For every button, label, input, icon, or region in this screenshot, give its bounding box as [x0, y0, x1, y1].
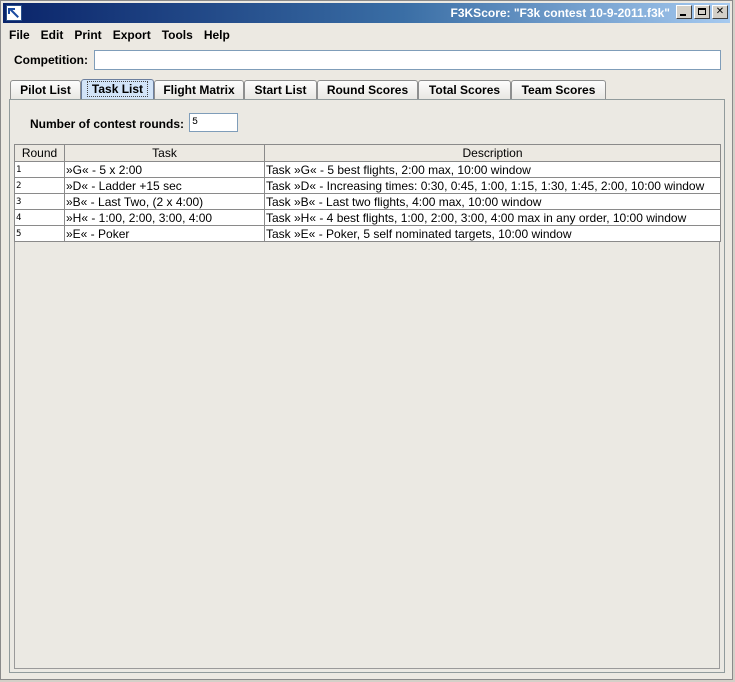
task-table-container[interactable]: Round Task Description 1 »G« - 5 x 2:00 …	[14, 144, 721, 669]
header-task[interactable]: Task	[64, 144, 265, 162]
tab-label: Flight Matrix	[163, 83, 235, 97]
cell-round[interactable]: 1	[14, 161, 65, 178]
contest-rounds-label: Number of contest rounds:	[30, 117, 185, 131]
task-list-panel: Number of contest rounds: Round Task Des…	[9, 99, 725, 673]
tab-label: Task List	[86, 81, 149, 97]
menu-bar: File Edit Print Export Tools Help	[3, 25, 730, 45]
header-description[interactable]: Description	[264, 144, 721, 162]
maximize-button[interactable]	[694, 5, 710, 19]
table-header-row: Round Task Description	[14, 144, 721, 162]
menu-print[interactable]: Print	[68, 25, 106, 43]
tab-label: Pilot List	[20, 83, 71, 97]
cell-description[interactable]: Task »H« - 4 best flights, 1:00, 2:00, 3…	[264, 209, 721, 226]
competition-input[interactable]	[94, 50, 721, 70]
tab-total-scores[interactable]: Total Scores	[418, 80, 511, 99]
cell-description[interactable]: Task »G« - 5 best flights, 2:00 max, 10:…	[264, 161, 721, 178]
cell-task[interactable]: »E« - Poker	[64, 225, 265, 242]
table-row[interactable]: 4 »H« - 1:00, 2:00, 3:00, 4:00 Task »H« …	[14, 209, 721, 226]
tab-start-list[interactable]: Start List	[244, 80, 317, 99]
menu-tools[interactable]: Tools	[156, 25, 198, 43]
table-row[interactable]: 1 »G« - 5 x 2:00 Task »G« - 5 best fligh…	[14, 161, 721, 178]
contest-rounds-input[interactable]	[189, 113, 238, 132]
table-row[interactable]: 2 »D« - Ladder +15 sec Task »D« - Increa…	[14, 177, 721, 194]
menu-export[interactable]: Export	[107, 25, 156, 43]
cell-description[interactable]: Task »B« - Last two flights, 4:00 max, 1…	[264, 193, 721, 210]
competition-row: Competition:	[1, 49, 732, 71]
cell-task[interactable]: »B« - Last Two, (2 x 4:00)	[64, 193, 265, 210]
menu-help[interactable]: Help	[198, 25, 235, 43]
competition-label: Competition:	[14, 53, 88, 67]
window-title: F3KScore: "F3k contest 10-9-2011.f3k"	[450, 6, 670, 20]
minimize-icon	[680, 14, 686, 16]
cell-description[interactable]: Task »D« - Increasing times: 0:30, 0:45,…	[264, 177, 721, 194]
header-round[interactable]: Round	[14, 144, 65, 162]
tab-label: Start List	[254, 83, 307, 97]
tab-pilot-list[interactable]: Pilot List	[10, 80, 81, 99]
cell-task[interactable]: »H« - 1:00, 2:00, 3:00, 4:00	[64, 209, 265, 226]
tab-label: Total Scores	[428, 83, 501, 97]
cell-round[interactable]: 3	[14, 193, 65, 210]
cell-round[interactable]: 5	[14, 225, 65, 242]
minimize-button[interactable]	[676, 5, 692, 19]
title-bar[interactable]: F3KScore: "F3k contest 10-9-2011.f3k" ✕	[3, 3, 730, 23]
tab-team-scores[interactable]: Team Scores	[511, 80, 606, 99]
close-icon: ✕	[715, 6, 725, 17]
cell-round[interactable]: 2	[14, 177, 65, 194]
tab-label: Round Scores	[326, 83, 409, 97]
task-table: Round Task Description 1 »G« - 5 x 2:00 …	[14, 144, 721, 242]
cell-round[interactable]: 4	[14, 209, 65, 226]
tab-round-scores[interactable]: Round Scores	[317, 80, 418, 99]
tab-flight-matrix[interactable]: Flight Matrix	[154, 80, 244, 99]
cell-description[interactable]: Task »E« - Poker, 5 self nominated targe…	[264, 225, 721, 242]
tab-task-list[interactable]: Task List	[81, 79, 154, 100]
app-window: F3KScore: "F3k contest 10-9-2011.f3k" ✕ …	[0, 0, 733, 680]
menu-file[interactable]: File	[3, 25, 35, 43]
menu-edit[interactable]: Edit	[35, 25, 69, 43]
tab-label: Team Scores	[521, 83, 596, 97]
table-row[interactable]: 5 »E« - Poker Task »E« - Poker, 5 self n…	[14, 225, 721, 242]
app-logo-icon[interactable]	[6, 5, 22, 21]
maximize-icon	[698, 8, 706, 15]
cell-task[interactable]: »D« - Ladder +15 sec	[64, 177, 265, 194]
close-button[interactable]: ✕	[712, 5, 728, 19]
cell-task[interactable]: »G« - 5 x 2:00	[64, 161, 265, 178]
table-row[interactable]: 3 »B« - Last Two, (2 x 4:00) Task »B« - …	[14, 193, 721, 210]
